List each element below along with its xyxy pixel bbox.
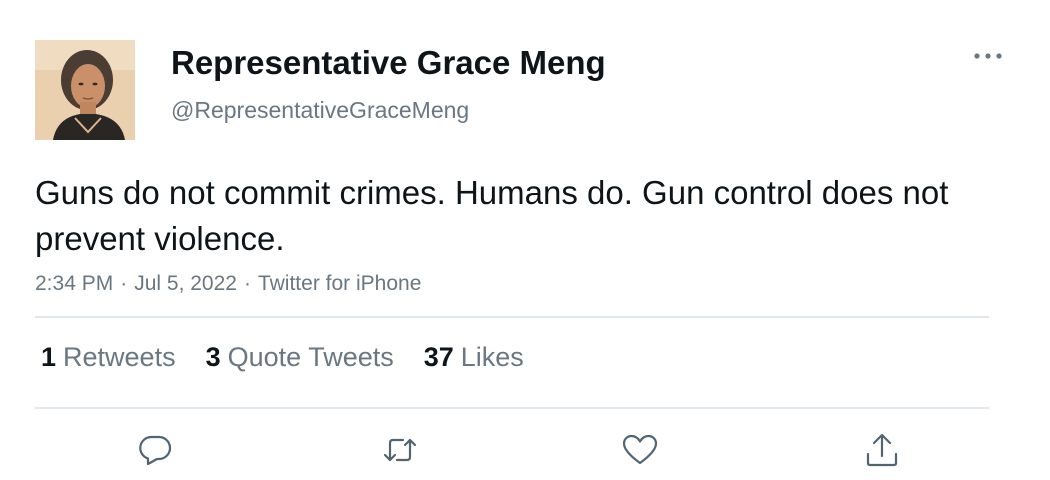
- more-options-icon[interactable]: [968, 45, 1008, 67]
- likes-label: Likes: [460, 342, 524, 372]
- likes-stat[interactable]: 37 Likes: [424, 342, 524, 373]
- quote-tweets-label: Quote Tweets: [227, 342, 394, 372]
- tweet-text: Guns do not commit crimes. Humans do. Gu…: [35, 174, 949, 257]
- reply-icon[interactable]: [135, 430, 175, 470]
- profile-photo: [35, 40, 135, 140]
- retweets-label: Retweets: [63, 342, 176, 372]
- likes-count: 37: [423, 342, 454, 372]
- display-name[interactable]: Representative Grace Meng: [171, 44, 606, 82]
- tweet-time[interactable]: 2:34 PM: [35, 272, 113, 295]
- quote-tweets-stat[interactable]: 3 Quote Tweets: [206, 342, 394, 373]
- heart-icon[interactable]: [620, 430, 660, 470]
- user-handle[interactable]: @RepresentativeGraceMeng: [171, 97, 469, 124]
- tweet-card: Representative Grace Meng @Representativ…: [0, 0, 1050, 480]
- divider: [35, 316, 989, 318]
- tweet-date[interactable]: Jul 5, 2022: [134, 272, 237, 295]
- tweet-source[interactable]: Twitter for iPhone: [258, 272, 421, 295]
- avatar[interactable]: [35, 40, 135, 140]
- quote-tweets-count: 3: [205, 342, 221, 372]
- engagement-stats: 1 Retweets 3 Quote Tweets 37 Likes: [41, 342, 524, 373]
- retweets-count: 1: [41, 342, 57, 372]
- retweets-stat[interactable]: 1 Retweets: [41, 342, 176, 373]
- share-icon[interactable]: [862, 430, 902, 470]
- meta-separator: ·: [120, 272, 128, 295]
- meta-separator: ·: [243, 272, 251, 295]
- divider: [35, 407, 989, 409]
- tweet-meta: 2:34 PM · Jul 5, 2022 · Twitter for iPhone: [35, 272, 421, 296]
- retweet-icon[interactable]: [380, 430, 420, 470]
